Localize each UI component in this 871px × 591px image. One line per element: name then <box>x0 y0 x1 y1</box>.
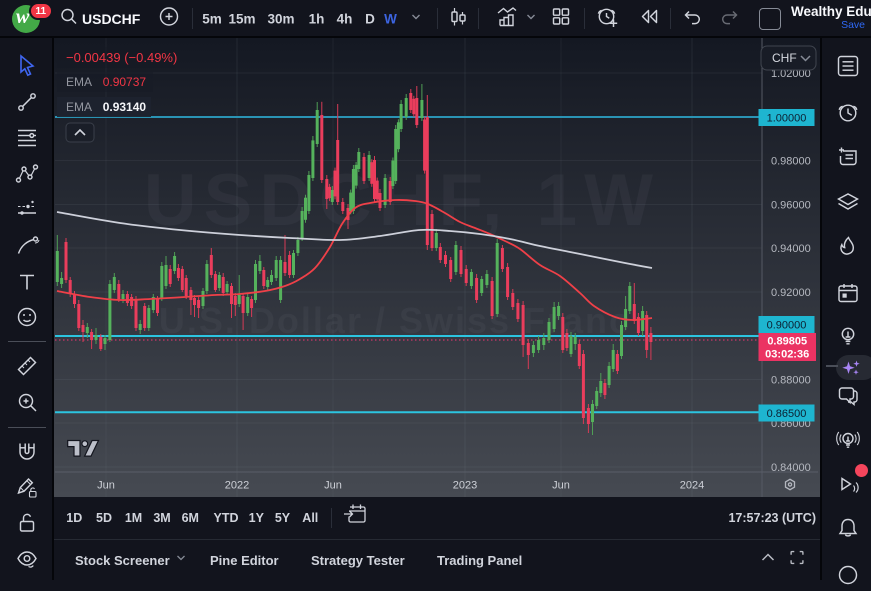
svg-text:0.98000: 0.98000 <box>771 156 811 168</box>
svg-text:0.84000: 0.84000 <box>771 462 811 474</box>
svg-text:0.88000: 0.88000 <box>771 375 811 387</box>
svg-text:2023: 2023 <box>453 480 477 492</box>
svg-text:2024: 2024 <box>680 480 704 492</box>
svg-text:0.89805: 0.89805 <box>767 336 807 348</box>
svg-text:2022: 2022 <box>225 480 249 492</box>
svg-text:EMA 0.90737: EMA 0.90737 <box>66 75 146 89</box>
svg-text:EMA 0.93140: EMA 0.93140 <box>66 100 146 114</box>
svg-text:1.00000: 1.00000 <box>767 113 807 125</box>
svg-text:0.92000: 0.92000 <box>771 287 811 299</box>
svg-text:CHF: CHF <box>772 51 797 65</box>
svg-text:0.90000: 0.90000 <box>767 320 807 332</box>
svg-text:U.S. Dollar / Swiss Franc: U.S. Dollar / Swiss Franc <box>159 300 631 341</box>
svg-text:Jun: Jun <box>97 480 115 492</box>
svg-text:0.86500: 0.86500 <box>767 408 807 420</box>
svg-text:0.94000: 0.94000 <box>771 243 811 255</box>
svg-text:−0.00439 (−0.49%): −0.00439 (−0.49%) <box>66 50 177 65</box>
svg-text:03:02:36: 03:02:36 <box>765 349 809 361</box>
svg-text:Jun: Jun <box>552 480 570 492</box>
svg-text:Jun: Jun <box>324 480 342 492</box>
svg-text:0.96000: 0.96000 <box>771 200 811 212</box>
